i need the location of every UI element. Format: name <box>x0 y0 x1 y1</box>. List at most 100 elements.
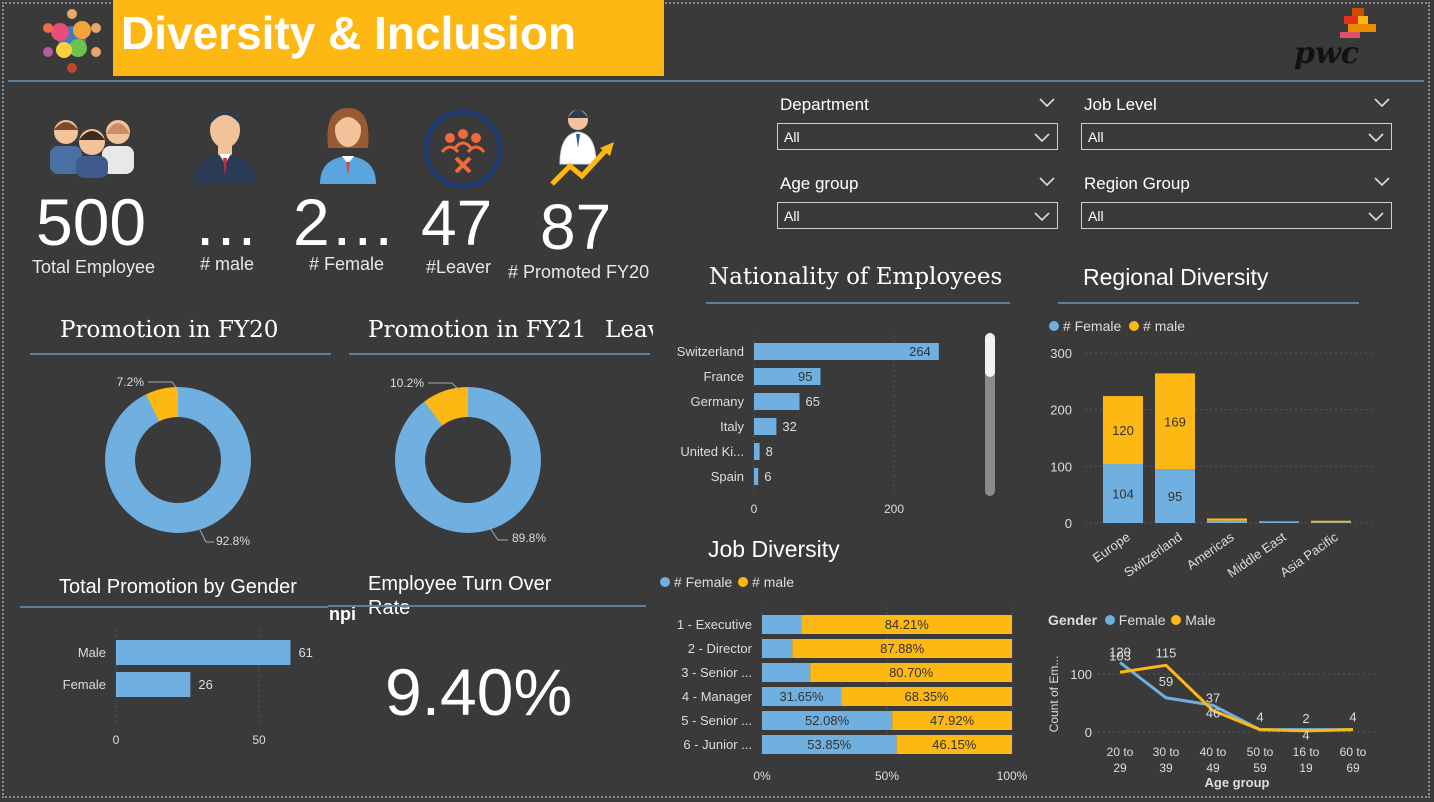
regional-category-label: Europe <box>1090 529 1133 565</box>
age-legend: Gender Female Male <box>1048 612 1216 628</box>
turnover-clipped-text: npi <box>329 604 356 624</box>
nationality-x-tick: 200 <box>884 502 904 516</box>
job-bar-female <box>762 663 811 682</box>
promo-fy20-title: Promotion in FY20 <box>60 317 279 343</box>
pwc-wordmark: pwc <box>1294 36 1360 71</box>
legend-female-label: Female <box>1118 612 1166 628</box>
chevron-down-icon <box>1034 212 1050 222</box>
regional-bar-male <box>1259 521 1299 522</box>
turnover-title: Employee Turn Over Rate <box>368 573 552 619</box>
legend-female-dot-icon <box>1104 615 1115 625</box>
filter-region-dropdown[interactable]: All <box>1081 202 1392 229</box>
regional-bar-male <box>1207 518 1247 521</box>
promotion-bar <box>116 640 291 665</box>
regional-bar-female <box>1311 522 1351 523</box>
age-category-label: 39 <box>1159 761 1173 775</box>
job-category-label: 5 - Senior ... <box>681 713 752 728</box>
nationality-bar <box>754 418 777 435</box>
legend-male-dot-icon <box>1171 615 1182 625</box>
nationality-data-label: 8 <box>766 444 773 459</box>
age-category-label: 40 to <box>1200 745 1227 759</box>
promotion-x-tick: 0 <box>113 733 120 747</box>
regional-bar-female <box>1259 521 1299 523</box>
age-data-label-male: 103 <box>1109 648 1131 663</box>
age-data-label-female: 59 <box>1159 674 1173 689</box>
job-bar-female <box>762 615 802 634</box>
promo-fy20-underline <box>30 353 331 355</box>
man-icon <box>188 104 262 184</box>
chevron-down-icon <box>1368 133 1384 143</box>
regional-data-label-male: 169 <box>1164 414 1186 429</box>
promotion-bar <box>116 672 191 697</box>
regional-category-label: Switzerland <box>1121 529 1185 580</box>
age-data-label-male: 4 <box>1256 710 1263 725</box>
nationality-data-label: 264 <box>909 344 931 359</box>
age-category-label: 19 <box>1299 761 1313 775</box>
job-data-label-female: 31.65% <box>780 689 825 704</box>
chevron-down-icon[interactable] <box>1373 174 1391 192</box>
total-promotion-title: Total Promotion by Gender <box>59 576 297 598</box>
regional-y-tick: 200 <box>1050 403 1072 418</box>
turnover-underline <box>328 605 646 607</box>
turnover-value: 9.40% <box>385 655 573 729</box>
page-title: Diversity & Inclusion <box>121 7 577 59</box>
filter-region-label: Region Group <box>1084 174 1190 193</box>
title-banner: Diversity & Inclusion <box>113 0 664 76</box>
chevron-down-icon <box>1368 212 1384 222</box>
nationality-data-label: 65 <box>806 394 820 409</box>
filter-agegroup-label: Age group <box>780 174 859 193</box>
logo-icon <box>38 4 106 76</box>
age-gender-line-chart: 0100Count of Em...12059464103 115374 2 420 … <box>1047 644 1375 790</box>
donut-slice-major <box>105 387 251 533</box>
donut-label-major: 92.8% <box>216 534 250 548</box>
regional-data-label-female: 104 <box>1112 487 1134 502</box>
promotion-category-label: Female <box>63 677 106 692</box>
leaver-icon <box>422 108 504 190</box>
nationality-data-label: 6 <box>764 469 771 484</box>
kpi-promoted-value: 87 <box>540 191 612 263</box>
kpi-male-label: # male <box>200 254 255 274</box>
regional-title: Regional Diversity <box>1083 264 1269 290</box>
job-category-label: 2 - Director <box>688 641 753 656</box>
kpi-male-value: … <box>193 185 259 259</box>
promotion-data-label: 61 <box>298 645 312 660</box>
legend-female-dot-icon <box>660 577 670 587</box>
filter-joblevel-dropdown[interactable]: All <box>1081 123 1392 150</box>
job-bar-female <box>762 639 793 658</box>
legend-female-label: # Female <box>1062 318 1122 334</box>
nationality-category-label: United Ki... <box>680 444 744 459</box>
nationality-scroll-thumb[interactable] <box>985 333 995 377</box>
nationality-category-label: France <box>704 369 744 384</box>
nationality-scrollbar[interactable] <box>985 333 995 496</box>
age-y-tick: 100 <box>1070 667 1092 682</box>
chevron-down-icon[interactable] <box>1038 95 1056 113</box>
nationality-x-tick: 0 <box>751 502 758 516</box>
job-legend: # Female # male <box>660 574 794 590</box>
regional-y-tick: 100 <box>1050 459 1072 474</box>
filter-agegroup-dropdown[interactable]: All <box>777 202 1058 229</box>
regional-data-label-male: 120 <box>1112 423 1134 438</box>
age-data-label-female: 46 <box>1206 705 1220 720</box>
job-data-label-female: 53.85% <box>807 737 852 752</box>
total-promotion-underline <box>20 606 328 608</box>
promo-fy21-underline <box>349 353 650 355</box>
age-category-label: 29 <box>1113 761 1127 775</box>
chevron-down-icon[interactable] <box>1373 95 1391 113</box>
regional-underline <box>1058 302 1359 304</box>
filter-department-dropdown[interactable]: All <box>777 123 1058 150</box>
regional-data-label-female: 95 <box>1168 489 1182 504</box>
age-category-label: 20 to <box>1107 745 1134 759</box>
age-line-male <box>1119 663 1354 733</box>
legend-male-dot-icon <box>1129 321 1140 331</box>
donut-label-minor: 10.2% <box>390 376 424 390</box>
kpi-total-value: 500 <box>36 185 147 259</box>
promo-fy21-donut-chart: 10.2% 89.8% <box>390 376 546 545</box>
job-data-label-male: 68.35% <box>905 689 950 704</box>
age-data-label-male: 37 <box>1206 691 1220 706</box>
nationality-data-label: 32 <box>782 419 796 434</box>
chevron-down-icon[interactable] <box>1038 174 1056 192</box>
regional-legend: # Female # male <box>1049 318 1185 334</box>
nationality-data-label: 95 <box>798 369 812 384</box>
job-diversity-title: Job Diversity <box>708 536 840 562</box>
job-data-label-female: 52.08% <box>805 713 850 728</box>
